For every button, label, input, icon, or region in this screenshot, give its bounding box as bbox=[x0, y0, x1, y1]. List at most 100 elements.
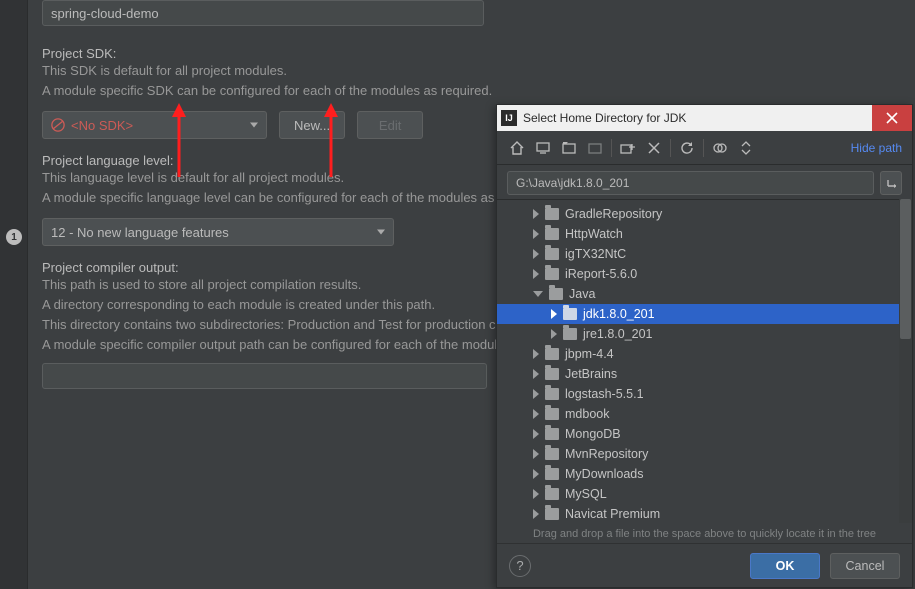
hide-path-link[interactable]: Hide path bbox=[851, 141, 902, 155]
expand-icon[interactable] bbox=[736, 138, 756, 158]
folder-icon bbox=[545, 468, 559, 480]
tree-row[interactable]: MySQL bbox=[497, 484, 910, 504]
tree-item-label: logstash-5.5.1 bbox=[565, 387, 644, 401]
tree-item-label: Navicat Premium bbox=[565, 507, 660, 521]
folder-icon bbox=[545, 348, 559, 360]
folder-icon bbox=[545, 268, 559, 280]
ok-button[interactable]: OK bbox=[750, 553, 820, 579]
dialog-title-text: Select Home Directory for JDK bbox=[523, 111, 686, 125]
scrollbar-thumb[interactable] bbox=[900, 199, 911, 339]
cancel-label: Cancel bbox=[846, 559, 885, 573]
chevron-down-icon bbox=[250, 123, 258, 128]
chevron-right-icon[interactable] bbox=[533, 469, 539, 479]
tree-item-label: MongoDB bbox=[565, 427, 621, 441]
language-level-combo[interactable]: 12 - No new language features bbox=[42, 218, 394, 246]
tree-row[interactable]: JetBrains bbox=[497, 364, 910, 384]
sdk-new-button[interactable]: New... bbox=[279, 111, 345, 139]
chevron-right-icon[interactable] bbox=[533, 429, 539, 439]
jdk-home-dialog: IJ Select Home Directory for JDK Hide pa… bbox=[496, 104, 913, 588]
tree-item-label: Java bbox=[569, 287, 595, 301]
chevron-right-icon[interactable] bbox=[533, 229, 539, 239]
chevron-right-icon[interactable] bbox=[533, 249, 539, 259]
tree-item-label: jre1.8.0_201 bbox=[583, 327, 653, 341]
tree-item-label: jbpm-4.4 bbox=[565, 347, 614, 361]
cancel-button[interactable]: Cancel bbox=[830, 553, 900, 579]
path-input[interactable]: G:\Java\jdk1.8.0_201 bbox=[507, 171, 874, 195]
gutter-badge: 1 bbox=[6, 229, 22, 245]
tree-row[interactable]: mdbook bbox=[497, 404, 910, 424]
tree-item-label: MvnRepository bbox=[565, 447, 648, 461]
sdk-desc-1: This SDK is default for all project modu… bbox=[42, 61, 901, 81]
tree-row[interactable]: jre1.8.0_201 bbox=[497, 324, 910, 344]
tree-row[interactable]: jdk1.8.0_201 bbox=[497, 304, 910, 324]
chevron-right-icon[interactable] bbox=[533, 369, 539, 379]
tree-item-label: JetBrains bbox=[565, 367, 617, 381]
tree-item-label: jdk1.8.0_201 bbox=[583, 307, 655, 321]
chevron-right-icon[interactable] bbox=[551, 309, 557, 319]
tree-row[interactable]: jbpm-4.4 bbox=[497, 344, 910, 364]
chevron-right-icon[interactable] bbox=[533, 349, 539, 359]
tree-row[interactable]: iReport-5.6.0 bbox=[497, 264, 910, 284]
ok-label: OK bbox=[776, 559, 795, 573]
chevron-right-icon[interactable] bbox=[533, 209, 539, 219]
left-gutter: 1 bbox=[0, 0, 28, 589]
project-icon[interactable] bbox=[559, 138, 579, 158]
tree-row[interactable]: logstash-5.5.1 bbox=[497, 384, 910, 404]
tree-row[interactable]: MvnRepository bbox=[497, 444, 910, 464]
sdk-edit-button[interactable]: Edit bbox=[357, 111, 423, 139]
sdk-combo[interactable]: <No SDK> bbox=[42, 111, 267, 139]
folder-icon bbox=[545, 488, 559, 500]
sdk-combo-text: <No SDK> bbox=[71, 118, 133, 133]
dialog-titlebar[interactable]: IJ Select Home Directory for JDK bbox=[497, 105, 912, 131]
home-icon[interactable] bbox=[507, 138, 527, 158]
module-icon[interactable] bbox=[585, 138, 605, 158]
refresh-icon[interactable] bbox=[677, 138, 697, 158]
chevron-right-icon[interactable] bbox=[551, 329, 557, 339]
dialog-button-bar: ? OK Cancel bbox=[497, 543, 912, 587]
path-history-button[interactable] bbox=[880, 171, 902, 195]
delete-icon[interactable] bbox=[644, 138, 664, 158]
desktop-icon[interactable] bbox=[533, 138, 553, 158]
folder-icon bbox=[545, 368, 559, 380]
tree-row[interactable]: igTX32NtC bbox=[497, 244, 910, 264]
chevron-right-icon[interactable] bbox=[533, 509, 539, 519]
language-level-text: 12 - No new language features bbox=[51, 225, 229, 240]
tree-item-label: MySQL bbox=[565, 487, 607, 501]
project-name-field[interactable]: spring-cloud-demo bbox=[42, 0, 484, 26]
chevron-right-icon[interactable] bbox=[533, 489, 539, 499]
chevron-right-icon[interactable] bbox=[533, 449, 539, 459]
directory-tree[interactable]: GradleRepository HttpWatchigTX32NtCiRepor… bbox=[497, 199, 910, 523]
history-icon bbox=[886, 178, 896, 188]
tree-row[interactable]: Java bbox=[497, 284, 910, 304]
new-folder-icon[interactable] bbox=[618, 138, 638, 158]
tree-row[interactable]: Navicat Premium bbox=[497, 504, 910, 523]
close-button[interactable] bbox=[872, 105, 912, 131]
tree-row[interactable]: GradleRepository bbox=[497, 204, 910, 224]
chevron-down-icon[interactable] bbox=[533, 291, 543, 297]
folder-icon bbox=[549, 288, 563, 300]
folder-icon bbox=[545, 248, 559, 260]
folder-icon bbox=[563, 308, 577, 320]
help-button[interactable]: ? bbox=[509, 555, 531, 577]
compiler-output-path-field[interactable] bbox=[42, 363, 487, 389]
tree-scrollbar[interactable] bbox=[899, 199, 912, 523]
folder-icon bbox=[563, 328, 577, 340]
chevron-right-icon[interactable] bbox=[533, 409, 539, 419]
chevron-down-icon bbox=[377, 230, 385, 235]
folder-icon bbox=[545, 448, 559, 460]
folder-icon bbox=[545, 508, 559, 520]
tree-row[interactable]: MongoDB bbox=[497, 424, 910, 444]
toolbar-separator bbox=[611, 139, 612, 157]
tree-row[interactable]: MyDownloads bbox=[497, 464, 910, 484]
folder-icon bbox=[545, 428, 559, 440]
tree-item-label: GradleRepository bbox=[565, 207, 662, 221]
sdk-desc-2: A module specific SDK can be configured … bbox=[42, 81, 901, 101]
tree-row[interactable]: HttpWatch bbox=[497, 224, 910, 244]
chevron-right-icon[interactable] bbox=[533, 269, 539, 279]
folder-icon bbox=[545, 228, 559, 240]
show-hidden-icon[interactable] bbox=[710, 138, 730, 158]
chevron-right-icon[interactable] bbox=[533, 389, 539, 399]
project-name-value: spring-cloud-demo bbox=[51, 6, 159, 21]
path-value: G:\Java\jdk1.8.0_201 bbox=[516, 176, 629, 190]
toolbar-separator bbox=[670, 139, 671, 157]
